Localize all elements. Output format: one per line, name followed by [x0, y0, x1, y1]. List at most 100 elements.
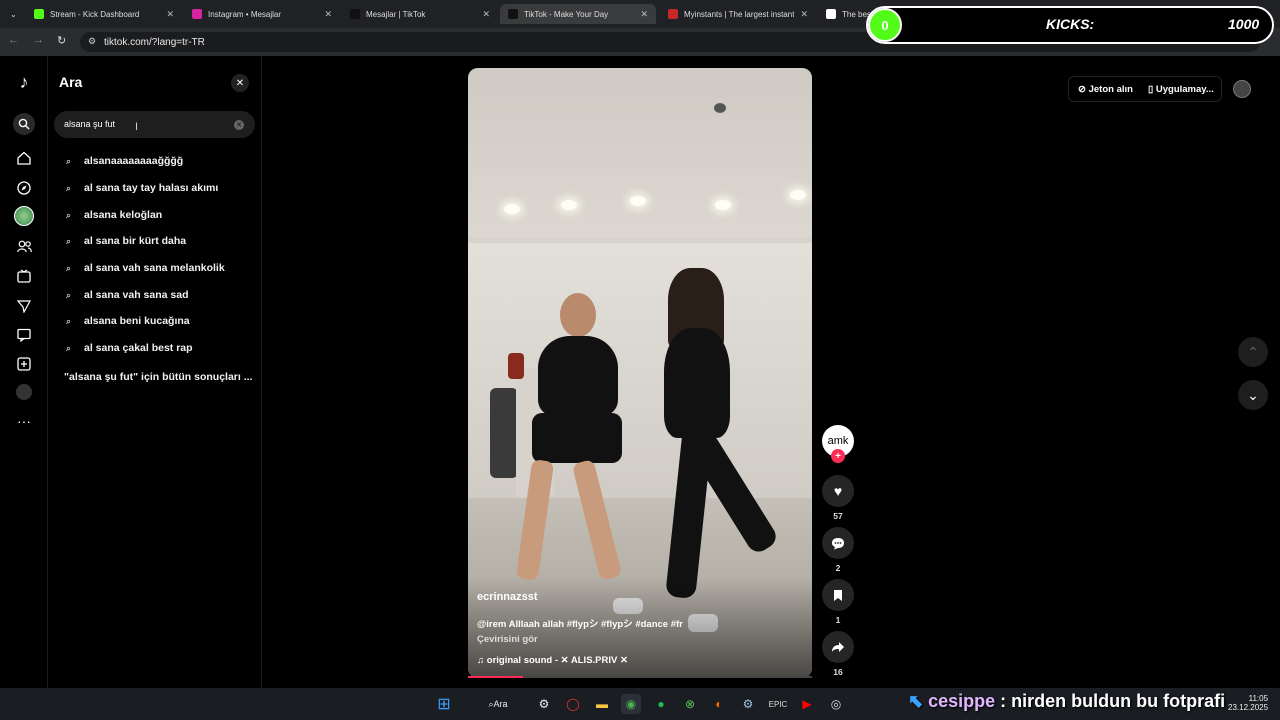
- kicks-ball: 0: [868, 8, 902, 42]
- translate-link[interactable]: Çevirisini gör: [477, 634, 538, 645]
- friends-icon[interactable]: [14, 236, 34, 256]
- like-icon[interactable]: ♥: [822, 475, 854, 507]
- music-note-icon: ♫: [477, 655, 487, 666]
- comment-icon[interactable]: [822, 527, 854, 559]
- search-suggestion[interactable]: ⌕ al sana bir kürt daha: [66, 233, 186, 249]
- person-left-shorts: [532, 413, 622, 463]
- chevron-up-icon[interactable]: ⌃: [1238, 337, 1268, 367]
- opera-icon[interactable]: ◯: [563, 694, 583, 714]
- following-avatar-icon[interactable]: [14, 206, 34, 226]
- share-count: 16: [833, 667, 843, 677]
- browser-tab[interactable]: Mesajlar | TikTok ✕: [342, 4, 498, 24]
- windows-start-icon[interactable]: ⊞: [434, 694, 454, 714]
- ceiling-light: [630, 196, 646, 206]
- tab-title: TikTok - Make Your Day: [524, 9, 609, 19]
- user-avatar[interactable]: [1233, 80, 1251, 98]
- bottle: [508, 353, 524, 379]
- kicks-count: 1000: [1228, 16, 1260, 32]
- close-tab-icon[interactable]: ✕: [166, 9, 174, 20]
- site-info-icon[interactable]: ⚙: [88, 36, 96, 47]
- explore-icon[interactable]: [14, 178, 34, 198]
- upload-icon[interactable]: [14, 354, 34, 374]
- app-icon[interactable]: ◎: [826, 694, 846, 714]
- tab-favicon-icon: [350, 9, 360, 19]
- video-sound-label: original sound - ✕ ALIS.PRIV ✕: [486, 655, 628, 666]
- url-text[interactable]: tiktok.com/?lang=tr-TR: [104, 37, 205, 48]
- close-icon[interactable]: ✕: [231, 74, 249, 92]
- search-suggestion-label: al sana vah sana melankolik: [84, 262, 225, 274]
- chevron-down-icon[interactable]: ⌄: [1238, 380, 1268, 410]
- clear-search-icon[interactable]: ✕: [234, 120, 244, 130]
- search-suggestion[interactable]: ⌕ alsana keloğlan: [66, 207, 162, 223]
- search-suggestion[interactable]: ⌕ al sana vah sana melankolik: [66, 260, 225, 276]
- person-left-head: [560, 293, 596, 337]
- search-suggestion[interactable]: ⌕ al sana vah sana sad: [66, 287, 188, 303]
- reload-icon[interactable]: ↻: [57, 34, 66, 47]
- browser-tab[interactable]: Myinstants | The largest instant ✕: [660, 4, 816, 24]
- tab-title: Myinstants | The largest instant: [684, 9, 795, 19]
- file-explorer-icon[interactable]: ▬: [592, 694, 612, 714]
- search-suggestion[interactable]: ⌕ alsanaaaaaaaağğğğ: [66, 153, 183, 169]
- profile-avatar[interactable]: [16, 384, 32, 400]
- clock-date: 23.12.2025: [1228, 703, 1269, 712]
- tab-title: Mesajlar | TikTok: [366, 9, 426, 19]
- tab-favicon-icon: [508, 9, 518, 19]
- get-app-button[interactable]: ▯ Uygulamay...: [1148, 84, 1214, 95]
- taskbar-search-label: Ara: [493, 699, 508, 709]
- chrome-icon[interactable]: ◉: [621, 694, 641, 714]
- video-player[interactable]: [468, 68, 812, 678]
- close-tab-icon[interactable]: ✕: [800, 9, 808, 20]
- ceiling-light: [504, 204, 520, 214]
- home-icon[interactable]: [14, 148, 34, 168]
- get-app-label: Uygulamay...: [1155, 84, 1214, 95]
- chat-overlay-message: ⬉ cesippe : nirden buldun bu fotprafi: [908, 691, 1225, 712]
- kicks-label: KICKS:: [1046, 16, 1095, 32]
- bookmark-icon[interactable]: [822, 579, 854, 611]
- get-coins-button[interactable]: ⊘ Jeton alın: [1078, 84, 1133, 95]
- settings-icon[interactable]: ⚙: [534, 694, 554, 714]
- like-count: 57: [833, 511, 843, 521]
- back-icon[interactable]: ←: [8, 34, 19, 46]
- inbox-icon[interactable]: [14, 325, 34, 345]
- xbox-icon[interactable]: ⊗: [680, 694, 700, 714]
- browser-tab[interactable]: Stream - Kick Dashboard ✕: [26, 4, 182, 24]
- follow-plus-icon[interactable]: +: [831, 449, 845, 463]
- video-sound[interactable]: ♫ original sound - ✕ ALIS.PRIV ✕: [477, 655, 628, 666]
- steam-icon[interactable]: ⚙: [738, 694, 758, 714]
- taskbar-search[interactable]: ⌕ Ara: [470, 694, 526, 714]
- youtube-icon[interactable]: ▶: [797, 694, 817, 714]
- search-suggestion-label: alsana beni kucağına: [84, 315, 190, 327]
- tab-favicon-icon: [34, 9, 44, 19]
- forward-icon[interactable]: →: [33, 34, 44, 46]
- search-suggestion[interactable]: ⌕ al sana çakal best rap: [66, 340, 193, 356]
- all-results-link[interactable]: "alsana şu fut" için bütün sonuçları ...: [64, 371, 252, 383]
- search-icon[interactable]: [13, 113, 35, 135]
- live-icon[interactable]: [14, 266, 34, 286]
- messages-icon[interactable]: [14, 296, 34, 316]
- browser-tab[interactable]: TikTok - Make Your Day ✕: [500, 4, 656, 24]
- tab-favicon-icon: [192, 9, 202, 19]
- search-icon: ⌕: [66, 182, 72, 193]
- hanging-coat: [490, 388, 518, 478]
- epic-games-icon[interactable]: EPIC: [768, 694, 788, 714]
- search-icon: ⌕: [66, 315, 72, 326]
- tiktok-logo-icon[interactable]: ♪: [14, 72, 34, 92]
- search-suggestion[interactable]: ⌕ alsana beni kucağına: [66, 313, 190, 329]
- search-suggestion-label: al sana tay tay halası akımı: [84, 182, 219, 194]
- search-input-value[interactable]: alsana şu fut: [64, 119, 115, 129]
- system-clock[interactable]: 11:05 23.12.2025: [1228, 694, 1268, 712]
- video-username[interactable]: ecrinnazsst: [477, 591, 538, 603]
- close-tab-icon[interactable]: ✕: [482, 9, 490, 20]
- search-icon: ⌕: [66, 235, 72, 246]
- origin-icon[interactable]: ◐: [709, 694, 729, 714]
- close-tab-icon[interactable]: ✕: [640, 9, 648, 20]
- close-tab-icon[interactable]: ✕: [324, 9, 332, 20]
- tab-favicon-icon: [668, 9, 678, 19]
- browser-tab[interactable]: Instagram • Mesajlar ✕: [184, 4, 340, 24]
- tab-list-button[interactable]: ⌄: [2, 4, 24, 24]
- search-icon: ⌕: [66, 342, 72, 353]
- more-icon[interactable]: ···: [14, 411, 34, 431]
- search-suggestion[interactable]: ⌕ al sana tay tay halası akımı: [66, 180, 218, 196]
- share-icon[interactable]: [822, 631, 854, 663]
- spotify-icon[interactable]: ●: [651, 694, 671, 714]
